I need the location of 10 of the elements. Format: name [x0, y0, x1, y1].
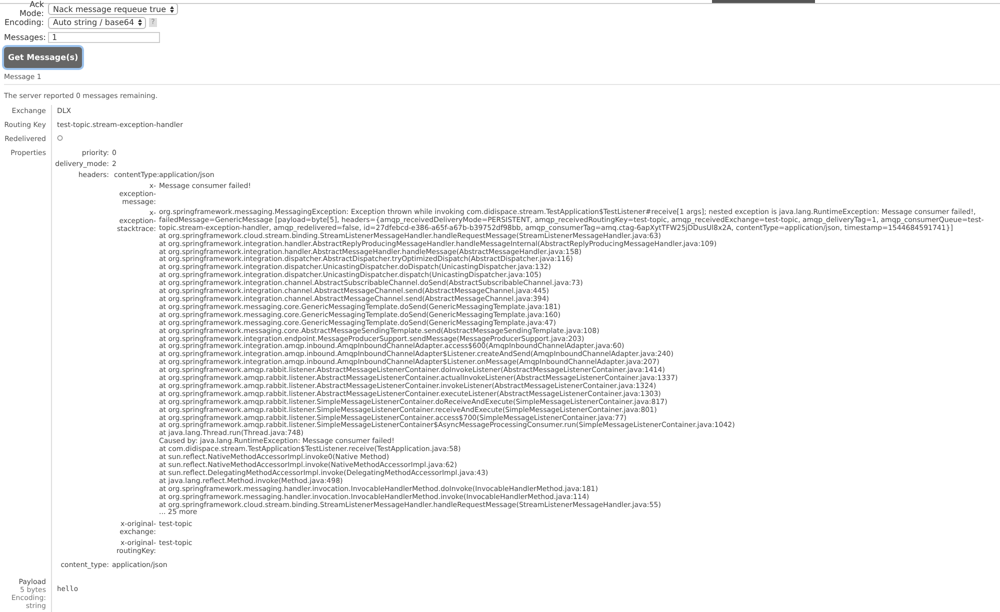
field-label: Messages:	[4, 33, 44, 42]
get-messages-button[interactable]: Get Message(s)	[4, 47, 82, 68]
field-label: Encoding:	[4, 18, 44, 27]
input-field[interactable]: 1	[48, 32, 160, 43]
select-field[interactable]: Nack message requeue true	[48, 3, 178, 15]
active-tab[interactable]	[712, 0, 815, 3]
select-arrows-icon	[138, 19, 142, 26]
select-arrows-icon	[170, 6, 174, 12]
select-field[interactable]: Auto string / base64	[48, 16, 146, 28]
field-label: Ack Mode:	[18, 0, 44, 18]
